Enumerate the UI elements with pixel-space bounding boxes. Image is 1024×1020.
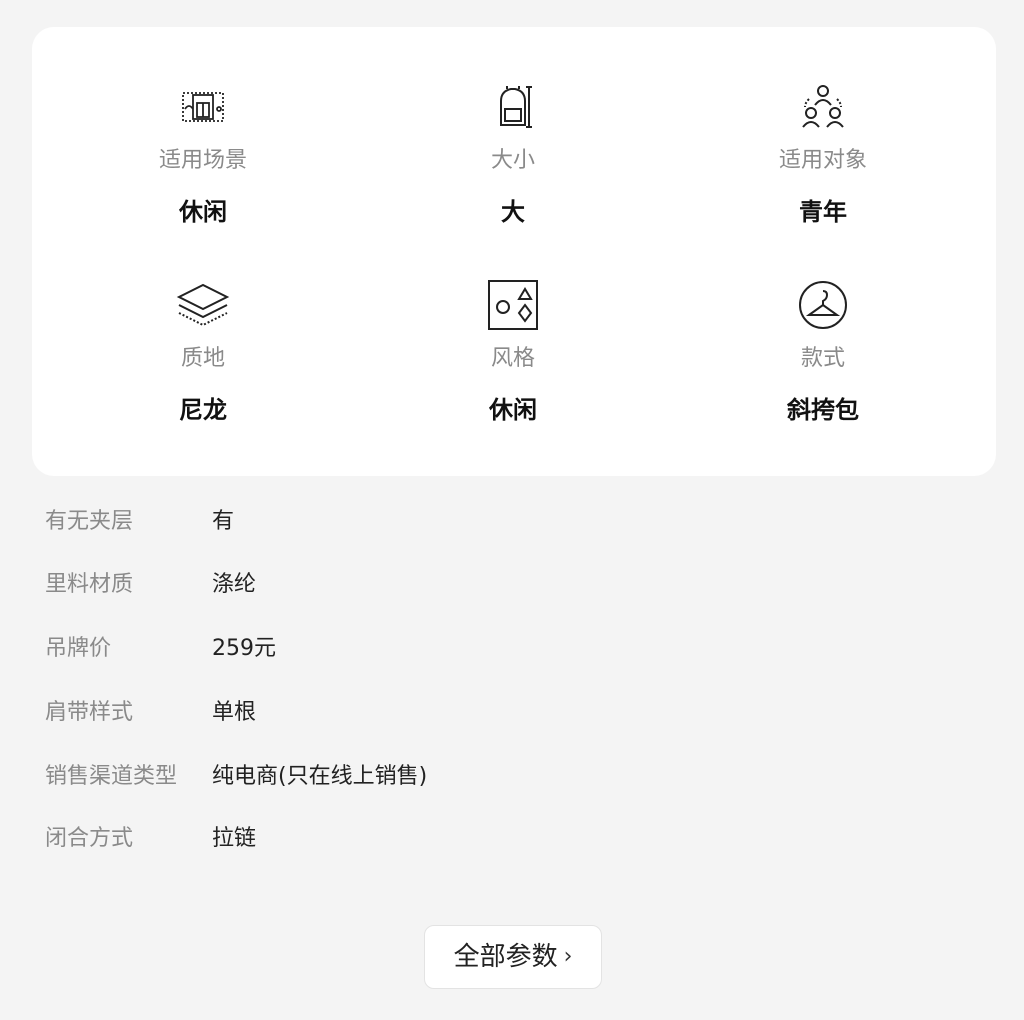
spec-value: 涤纶 (212, 572, 257, 597)
people-icon (795, 79, 851, 135)
feature-value: 大 (501, 198, 525, 226)
feature-label: 大小 (490, 148, 535, 173)
feature-material: 质地 尼龙 (83, 277, 323, 425)
feature-style: 风格 休闲 (393, 277, 633, 425)
feature-value: 休闲 (179, 198, 227, 226)
chevron-right-icon: › (563, 944, 573, 969)
all-params-label: 全部参数 (453, 942, 558, 972)
feature-value: 休闲 (489, 396, 537, 424)
shapes-icon (485, 277, 541, 333)
all-params-button[interactable]: 全部参数 › (424, 925, 602, 989)
feature-value: 斜挎包 (787, 396, 859, 424)
spec-key: 肩带样式 (45, 700, 134, 725)
feature-label: 款式 (800, 346, 845, 371)
spec-key: 吊牌价 (45, 636, 112, 661)
feature-scene: 适用场景 休闲 (83, 79, 323, 227)
feature-label: 适用对象 (778, 148, 867, 173)
spec-value: 拉链 (212, 826, 257, 851)
scene-icon (175, 79, 231, 135)
spec-value: 单根 (212, 700, 257, 725)
spec-key: 里料材质 (45, 572, 134, 597)
spec-key: 闭合方式 (45, 826, 134, 851)
feature-type: 款式 斜挎包 (703, 277, 943, 425)
feature-label: 风格 (490, 346, 535, 371)
feature-size: 大小 大 (393, 79, 633, 227)
spec-value: 有 (212, 509, 235, 534)
spec-key: 销售渠道类型 (45, 764, 178, 789)
backpack-icon (485, 79, 541, 135)
feature-value: 尼龙 (179, 396, 227, 424)
feature-value: 青年 (799, 198, 847, 226)
feature-label: 适用场景 (158, 148, 247, 173)
spec-value: 259元 (212, 636, 276, 661)
attributes-card: 适用场景 休闲 大小 大 适用对象 青年 质地 尼龙 风格 休闲 款式 斜挎包 (32, 27, 996, 476)
spec-key: 有无夹层 (45, 509, 134, 534)
hanger-icon (795, 277, 851, 333)
layers-icon (175, 277, 231, 333)
feature-label: 质地 (180, 346, 225, 371)
feature-audience: 适用对象 青年 (703, 79, 943, 227)
spec-value: 纯电商(只在线上销售) (212, 764, 428, 789)
